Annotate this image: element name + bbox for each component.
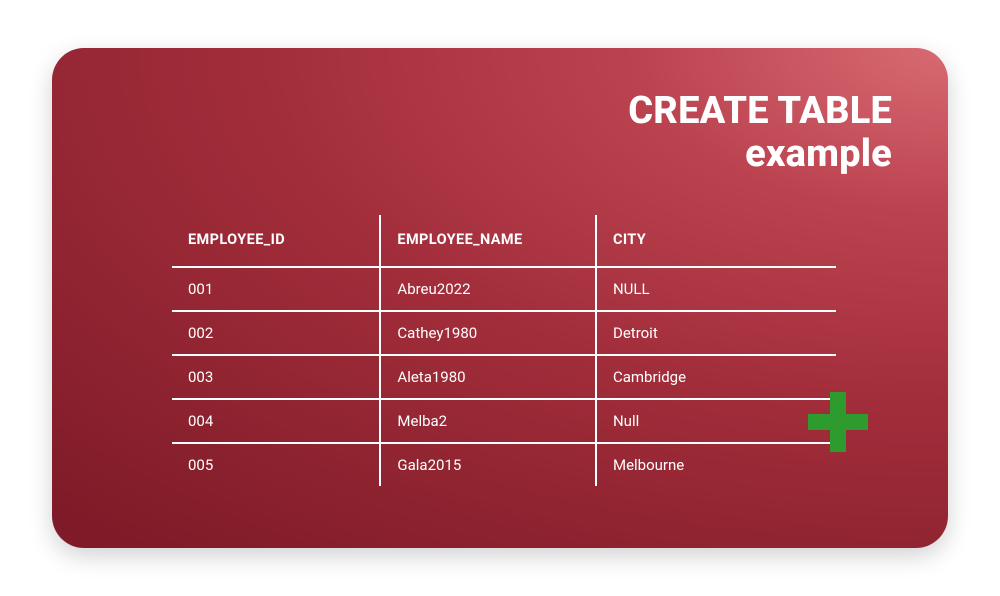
cell-employee-id: 001 [171, 267, 380, 311]
cell-employee-id: 005 [171, 443, 380, 487]
cell-city: NULL [596, 267, 837, 311]
cell-city: Detroit [596, 311, 837, 355]
cell-employee-name: Melba2 [380, 399, 596, 443]
cell-employee-name: Abreu2022 [380, 267, 596, 311]
cell-employee-name: Gala2015 [380, 443, 596, 487]
table-row: 004 Melba2 Null [171, 399, 837, 443]
card: CREATE TABLE example EMPLOYEE_ID EMPLOYE… [52, 48, 948, 548]
title-line-2: example [628, 133, 892, 176]
cell-employee-id: 003 [171, 355, 380, 399]
cell-city: Null [596, 399, 837, 443]
column-header-employee-id: EMPLOYEE_ID [171, 214, 380, 267]
column-header-city: CITY [596, 214, 837, 267]
cell-employee-name: Aleta1980 [380, 355, 596, 399]
employee-table: EMPLOYEE_ID EMPLOYEE_NAME CITY 001 Abreu… [170, 213, 838, 488]
cell-employee-name: Cathey1980 [380, 311, 596, 355]
table-row: 003 Aleta1980 Cambridge [171, 355, 837, 399]
plus-icon [806, 390, 870, 454]
table-header-row: EMPLOYEE_ID EMPLOYEE_NAME CITY [171, 214, 837, 267]
column-header-employee-name: EMPLOYEE_NAME [380, 214, 596, 267]
cell-city: Cambridge [596, 355, 837, 399]
cell-employee-id: 004 [171, 399, 380, 443]
cell-employee-id: 002 [171, 311, 380, 355]
table-row: 005 Gala2015 Melbourne [171, 443, 837, 487]
table-row: 001 Abreu2022 NULL [171, 267, 837, 311]
page-title: CREATE TABLE example [628, 90, 892, 175]
table-row: 002 Cathey1980 Detroit [171, 311, 837, 355]
title-line-1: CREATE TABLE [628, 90, 892, 133]
cell-city: Melbourne [596, 443, 837, 487]
